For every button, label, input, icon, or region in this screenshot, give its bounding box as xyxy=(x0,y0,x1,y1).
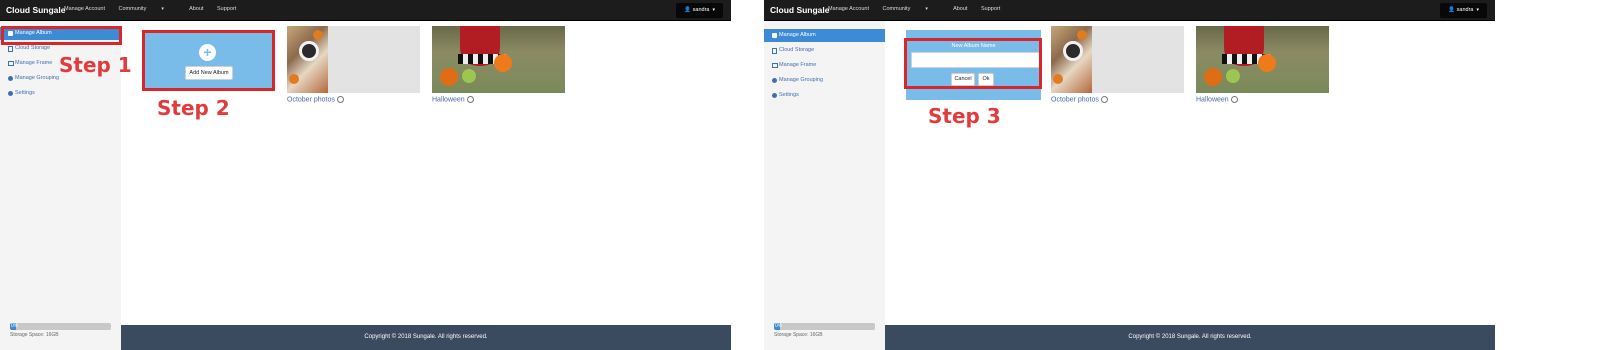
nav-support[interactable]: Support xyxy=(981,6,1000,12)
album-caption-text: October photos xyxy=(1051,96,1099,104)
user-menu-button[interactable]: 👤 sandra ▾ xyxy=(676,3,723,18)
sidebar-item-settings[interactable]: Settings xyxy=(0,87,121,100)
globe-icon xyxy=(1230,96,1238,103)
brand-logo[interactable]: Cloud Sungale xyxy=(770,5,830,15)
album-caption-halloween[interactable]: Halloween xyxy=(1196,96,1238,103)
nav-support[interactable]: Support xyxy=(217,6,236,12)
brand-logo[interactable]: Cloud Sungale xyxy=(6,5,66,15)
sidebar-item-manage-album[interactable]: Manage Album xyxy=(764,29,885,42)
album-caption-october[interactable]: October photos xyxy=(287,96,344,103)
nav-menu: Manage Account Community ▾ About Support xyxy=(64,6,248,12)
sidebar-item-label: Manage Grouping xyxy=(15,75,60,81)
album-thumbnail-halloween[interactable] xyxy=(432,26,565,93)
top-navbar: Cloud Sungale Manage Account Community ▾ … xyxy=(764,0,1495,21)
footer: Copyright © 2018 Sungale. All rights res… xyxy=(121,325,731,350)
footer: Copyright © 2018 Sungale. All rights res… xyxy=(885,325,1495,350)
sidebar-item-label: Cloud Storage xyxy=(779,47,815,53)
coffee-mug xyxy=(299,41,319,61)
album-thumbnail-halloween[interactable] xyxy=(1196,26,1329,93)
album-photo xyxy=(1051,26,1092,93)
pumpkin xyxy=(313,30,323,40)
users-icon xyxy=(8,76,13,81)
storage-space-label: Storage Space: 16GB xyxy=(774,332,823,338)
sidebar: Manage Album Cloud Storage Manage Frame … xyxy=(764,21,885,350)
user-icon: 👤 xyxy=(684,7,692,13)
chevron-down-icon: ▾ xyxy=(1476,7,1479,13)
album-photo xyxy=(287,26,328,93)
album-caption-text: Halloween xyxy=(1196,96,1229,104)
step-3-annotation: Step 3 xyxy=(928,104,1001,128)
user-icon: 👤 xyxy=(1448,7,1456,13)
storage-percent: 0% xyxy=(775,323,783,329)
top-navbar: Cloud Sungale Manage Account Community ▾ … xyxy=(0,0,731,21)
sidebar-item-cloud-storage[interactable]: Cloud Storage xyxy=(764,44,885,57)
storage-progress-bar: 0% xyxy=(10,323,111,330)
sidebar-item-settings[interactable]: Settings xyxy=(764,89,885,102)
step-1-annotation: Step 1 xyxy=(59,53,132,77)
pumpkin xyxy=(1258,54,1276,72)
users-icon xyxy=(772,78,777,83)
image-icon xyxy=(8,61,14,66)
album-caption-halloween[interactable]: Halloween xyxy=(432,96,474,103)
user-name: sandra xyxy=(1456,7,1474,13)
album-photo xyxy=(1196,26,1329,93)
storage-progress-bar: 0% xyxy=(774,323,875,330)
screenshot-panel-1: Cloud Sungale Manage Account Community ▾ … xyxy=(0,0,731,350)
gear-icon xyxy=(772,93,777,98)
pumpkin xyxy=(1204,68,1222,86)
album-thumbnail-october[interactable] xyxy=(287,26,420,93)
nav-about[interactable]: About xyxy=(953,6,967,12)
storage-percent: 0% xyxy=(11,323,19,329)
sidebar-item-label: Settings xyxy=(779,92,799,98)
globe-icon xyxy=(1100,96,1108,103)
album-thumbnail-october[interactable] xyxy=(1051,26,1184,93)
image-icon xyxy=(772,63,778,68)
chevron-down-icon: ▾ xyxy=(161,6,164,12)
globe-icon xyxy=(466,96,474,103)
pumpkin xyxy=(462,69,476,83)
pumpkin xyxy=(289,74,299,84)
file-icon xyxy=(772,48,777,54)
user-menu-button[interactable]: 👤 sandra ▾ xyxy=(1440,3,1487,18)
nav-manage-account[interactable]: Manage Account xyxy=(828,6,869,12)
sidebar-item-label: Manage Grouping xyxy=(779,77,824,83)
highlight-box-step-1 xyxy=(1,26,122,45)
sidebar-item-label: Manage Album xyxy=(779,32,816,38)
sidebar-item-manage-grouping[interactable]: Manage Grouping xyxy=(764,74,885,87)
user-name: sandra xyxy=(692,7,710,13)
screenshot-panel-2: Cloud Sungale Manage Account Community ▾ … xyxy=(764,0,1495,350)
coffee-mug xyxy=(1063,41,1083,61)
sidebar-item-label: Settings xyxy=(15,90,35,96)
nav-community[interactable]: Community ▾ xyxy=(119,6,176,12)
sidebar-item-label: Manage Frame xyxy=(779,62,817,68)
highlight-box-step-3 xyxy=(904,38,1042,89)
sidebar-item-label: Manage Frame xyxy=(15,60,53,66)
storage-space-label: Storage Space: 16GB xyxy=(10,332,59,338)
nav-about[interactable]: About xyxy=(189,6,203,12)
pumpkin xyxy=(1226,69,1240,83)
chevron-down-icon: ▾ xyxy=(712,7,715,13)
step-2-annotation: Step 2 xyxy=(157,96,230,120)
pumpkin xyxy=(494,54,512,72)
pumpkin xyxy=(1053,74,1063,84)
pumpkin xyxy=(1077,30,1087,40)
nav-menu: Manage Account Community ▾ About Support xyxy=(828,6,1012,12)
chevron-down-icon: ▾ xyxy=(925,6,928,12)
file-icon xyxy=(8,46,13,52)
camera-icon xyxy=(772,33,777,38)
nav-community[interactable]: Community ▾ xyxy=(883,6,940,12)
gear-icon xyxy=(8,91,13,96)
highlight-box-step-2 xyxy=(142,30,275,91)
album-caption-text: October photos xyxy=(287,96,335,104)
pumpkin xyxy=(440,68,458,86)
sidebar-item-manage-frame[interactable]: Manage Frame xyxy=(764,59,885,72)
album-caption-text: Halloween xyxy=(432,96,465,104)
nav-manage-account[interactable]: Manage Account xyxy=(64,6,105,12)
album-caption-october[interactable]: October photos xyxy=(1051,96,1108,103)
album-photo xyxy=(432,26,565,93)
globe-icon xyxy=(336,96,344,103)
